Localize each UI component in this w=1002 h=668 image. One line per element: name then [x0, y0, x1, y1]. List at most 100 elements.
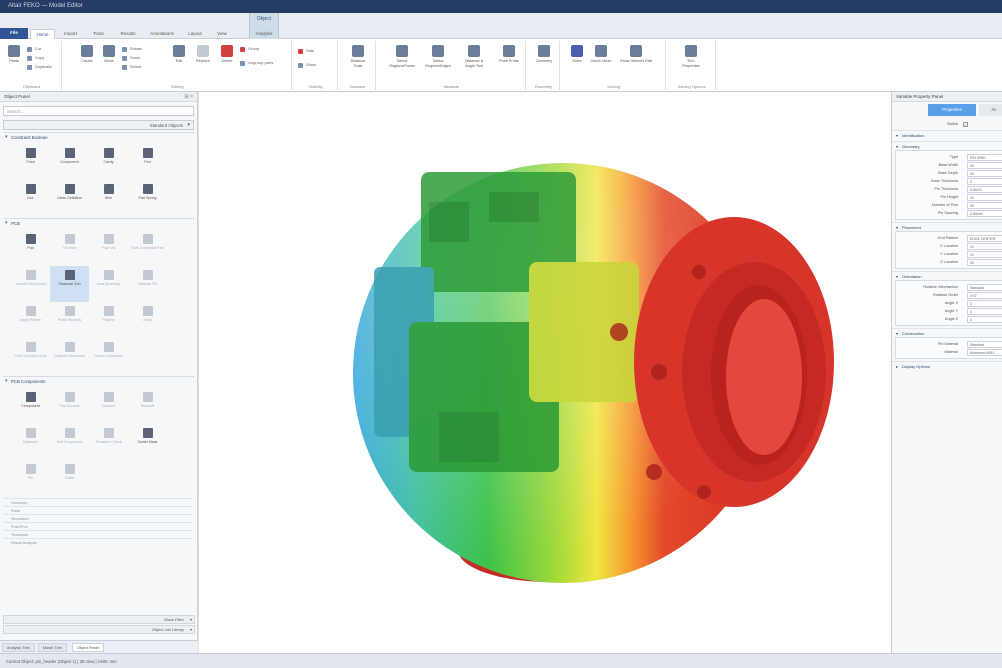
- property-value-field[interactable]: PIN GRID: [967, 153, 1002, 161]
- tab-analysis[interactable]: Analysis: [249, 29, 279, 39]
- tab-object-panel[interactable]: Object Panel: [72, 643, 104, 652]
- object-tile[interactable]: Solder Mask: [128, 424, 167, 460]
- object-tile[interactable]: Pin: [11, 460, 50, 496]
- property-value-field[interactable]: Standard: [967, 283, 1002, 291]
- edit-button[interactable]: Edit: [168, 45, 190, 81]
- property-value-field[interactable]: 25: [967, 201, 1002, 209]
- show-button[interactable]: Show: [298, 61, 316, 69]
- property-value-field[interactable]: 20: [967, 250, 1002, 258]
- check-mesh-button[interactable]: Check Mesh: [590, 45, 612, 81]
- filter-dropdown[interactable]: Standard Objects ▾: [3, 120, 194, 130]
- object-tile[interactable]: Component: [50, 144, 89, 180]
- property-value-field[interactable]: XYZ: [967, 291, 1002, 299]
- run-properties-button[interactable]: Run Properties: [680, 45, 702, 81]
- object-tile[interactable]: Component: [11, 388, 50, 424]
- property-value-field[interactable]: 0: [967, 299, 1002, 307]
- property-value-field[interactable]: 40: [967, 161, 1002, 169]
- property-category[interactable]: Geometry: [892, 141, 1002, 151]
- property-category[interactable]: Construction: [892, 328, 1002, 338]
- property-value-field[interactable]: EDGE CENTER: [967, 234, 1002, 242]
- object-tile[interactable]: Rule Constraint Pair: [128, 230, 167, 266]
- visible-checkbox[interactable]: ✓: [963, 121, 968, 127]
- tab-model-tree[interactable]: Model Tree: [38, 643, 67, 652]
- collapsed-section[interactable]: Result Analysis: [3, 538, 194, 546]
- tab-import[interactable]: Import: [58, 29, 83, 39]
- tab-analysis-tree[interactable]: Analysis Tree: [2, 643, 35, 652]
- tab-results[interactable]: Results: [114, 29, 142, 39]
- tab-properties[interactable]: Properties: [928, 104, 976, 116]
- object-tile[interactable]: Box: [11, 180, 50, 216]
- object-tile[interactable]: Transient Check: [89, 424, 128, 460]
- object-tile[interactable]: Wire: [89, 180, 128, 216]
- move-button[interactable]: Move: [98, 45, 120, 81]
- select-button[interactable]: Select: [122, 63, 141, 71]
- property-value-field[interactable]: Standard: [967, 340, 1002, 348]
- object-tile[interactable]: Port: [128, 144, 167, 180]
- tab-annotations[interactable]: Annotations: [145, 29, 179, 39]
- object-tile[interactable]: Sub Component: [50, 424, 89, 460]
- tab-view[interactable]: View: [211, 29, 233, 39]
- collapsed-section[interactable]: Parts: [3, 506, 194, 514]
- object-tile[interactable]: Profile Bounds: [50, 302, 89, 338]
- ungroup-button[interactable]: Ungroup parts: [240, 59, 273, 67]
- property-value-field[interactable]: 0: [967, 307, 1002, 315]
- distance-tools-button[interactable]: Distance Tools: [347, 45, 369, 81]
- property-value-field[interactable]: 0.5x0.5: [967, 185, 1002, 193]
- object-tile[interactable]: Via Hole: [50, 230, 89, 266]
- copy-button[interactable]: Copy: [27, 54, 44, 62]
- property-value-field[interactable]: 10: [967, 193, 1002, 201]
- object-tile[interactable]: Material Fill: [128, 266, 167, 302]
- delete-button[interactable]: Delete: [216, 45, 238, 81]
- cut-button[interactable]: Cut: [27, 45, 41, 53]
- replace-button[interactable]: Replace: [192, 45, 214, 81]
- object-tile[interactable]: Pad Sockets: [50, 388, 89, 424]
- angle-tool-button[interactable]: Distance & Angle Tool: [460, 45, 488, 81]
- object-tile[interactable]: Polyline: [89, 302, 128, 338]
- object-library-bar[interactable]: Object List Library ▾: [3, 625, 195, 634]
- object-tile[interactable]: Fixture Constraint: [89, 338, 128, 374]
- create-button[interactable]: Create: [76, 45, 98, 81]
- object-tile[interactable]: Pad: [11, 230, 50, 266]
- tab-home[interactable]: Home: [30, 29, 55, 39]
- rotate-button[interactable]: Rotate: [122, 45, 142, 53]
- collapsed-section[interactable]: Post-Proc: [3, 522, 194, 530]
- object-tile[interactable]: Connect: [89, 388, 128, 424]
- property-category[interactable]: Orientation: [892, 271, 1002, 281]
- tab-layout[interactable]: Layout: [182, 29, 208, 39]
- section-header[interactable]: PCB Components: [3, 377, 194, 386]
- property-value-field[interactable]: 0: [967, 315, 1002, 323]
- select-faces-button[interactable]: Select Regions/Faces: [388, 45, 416, 81]
- property-category[interactable]: Placement: [892, 222, 1002, 232]
- object-tile[interactable]: Point: [11, 144, 50, 180]
- object-tile[interactable]: Fuse Via: [89, 230, 128, 266]
- object-tile[interactable]: Cavity: [89, 144, 128, 180]
- object-tile[interactable]: Guide: [50, 460, 89, 496]
- section-header[interactable]: Constraint Boolean: [3, 133, 194, 142]
- object-tile[interactable]: Array: [128, 302, 167, 338]
- property-value-field[interactable]: 40: [967, 169, 1002, 177]
- property-value-field[interactable]: 2: [967, 177, 1002, 185]
- property-value-field[interactable]: Aluminum 6061: [967, 348, 1002, 356]
- object-tile[interactable]: Cable Definition: [50, 180, 89, 216]
- object-tile[interactable]: Transfer Bond Area: [11, 266, 50, 302]
- object-tile[interactable]: Area Boundary: [89, 266, 128, 302]
- pin-icon[interactable]: ⊟ ×: [185, 92, 194, 102]
- property-category[interactable]: Display Options: [892, 361, 1002, 371]
- section-header[interactable]: PCB: [3, 219, 194, 228]
- property-value-field[interactable]: 20: [967, 242, 1002, 250]
- collapsed-section[interactable]: Geometry: [3, 498, 194, 506]
- scale-button[interactable]: Scale: [122, 54, 140, 62]
- search-input[interactable]: Search...: [3, 106, 194, 116]
- show-filter-bar[interactable]: Show Filter ▾: [3, 615, 195, 624]
- group-button[interactable]: Group: [240, 45, 259, 53]
- point-probe-button[interactable]: Point Probe: [496, 45, 522, 81]
- 3d-viewport[interactable]: [199, 92, 891, 653]
- object-tile[interactable]: Standoff: [128, 388, 167, 424]
- solve-button[interactable]: Solve: [566, 45, 588, 81]
- select-edges-button[interactable]: Select Regions/Edges: [424, 45, 452, 81]
- hide-button[interactable]: Hide: [298, 47, 314, 55]
- object-tile[interactable]: Apply Pattern: [11, 302, 50, 338]
- collapsed-section[interactable]: Simulation: [3, 514, 194, 522]
- property-value-field[interactable]: 2.54mm: [967, 209, 1002, 217]
- object-tile[interactable]: Path Condition Drop: [11, 338, 50, 374]
